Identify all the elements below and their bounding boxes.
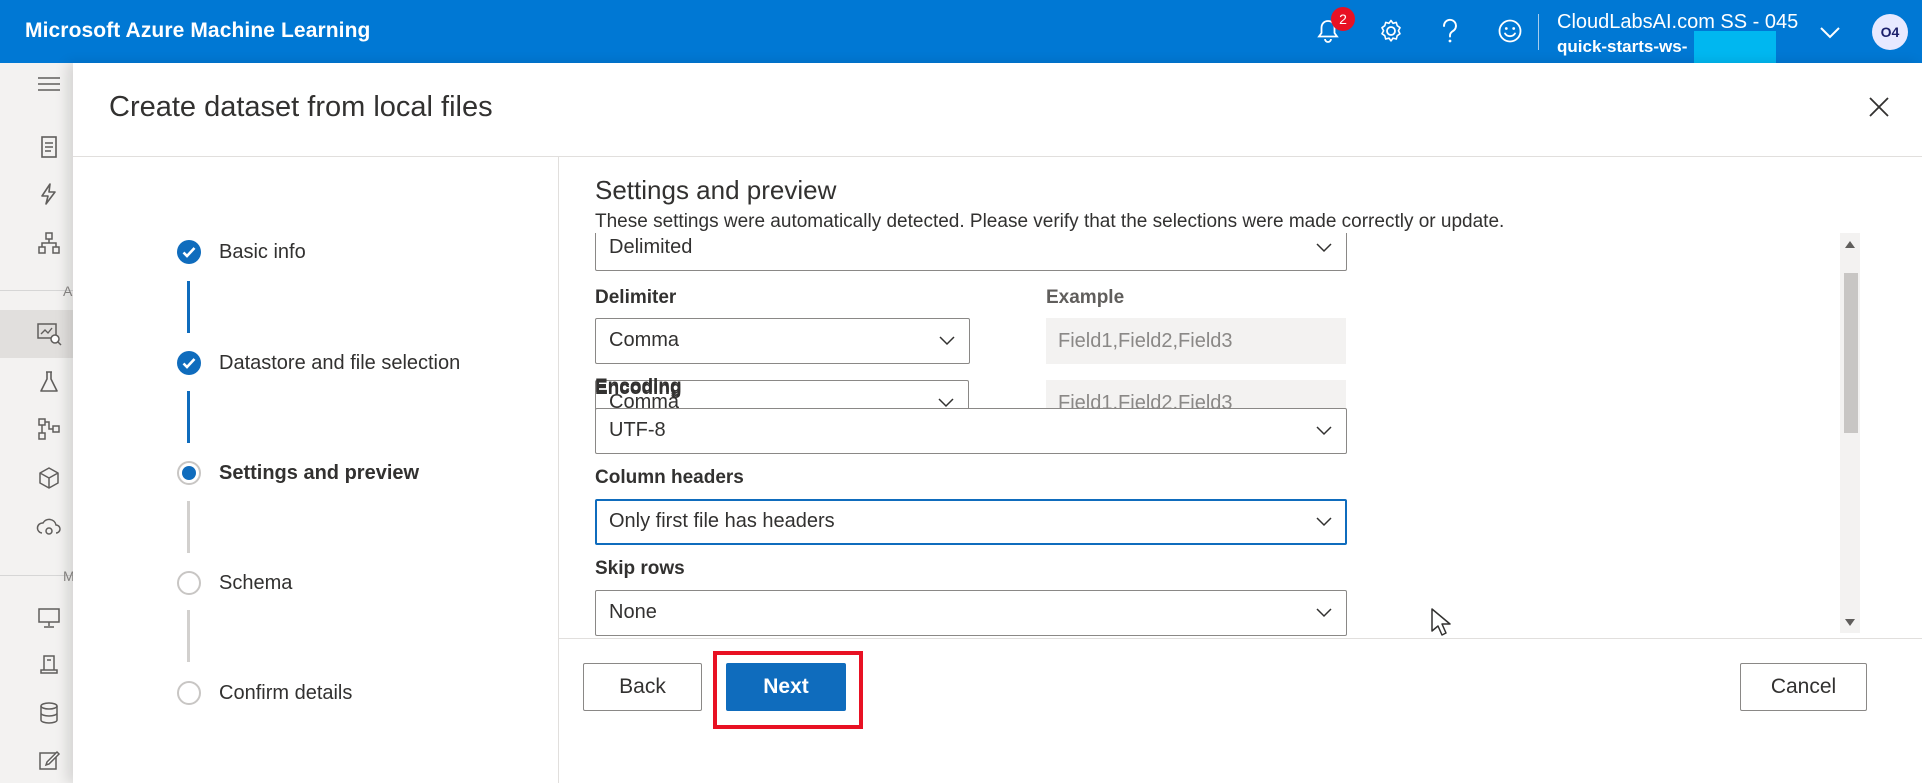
automl-icon[interactable] [36, 181, 62, 207]
step-pending-icon [177, 681, 201, 705]
app-title[interactable]: Microsoft Azure Machine Learning [25, 19, 370, 43]
skip-rows-dropdown[interactable]: None [595, 590, 1347, 636]
scrollbar-thumb[interactable] [1844, 273, 1858, 433]
section-description: These settings were automatically detect… [595, 211, 1505, 232]
section-title: Settings and preview [595, 175, 837, 205]
step-connector [187, 281, 190, 333]
cancel-button[interactable]: Cancel [1740, 663, 1867, 711]
help-icon[interactable] [1435, 16, 1465, 46]
example-preview: Field1,Field2,Field3 [1046, 318, 1346, 364]
pipelines-icon[interactable] [36, 416, 62, 442]
mouse-cursor-icon [1430, 607, 1452, 642]
step-current-icon [177, 461, 201, 485]
chevron-down-icon [939, 336, 955, 346]
settings-gear-icon[interactable] [1376, 16, 1406, 46]
file-format-value: Delimited [609, 236, 693, 258]
step-pending-icon [177, 571, 201, 595]
delimiter-selected: Comma [609, 329, 680, 351]
notification-badge: 2 [1331, 7, 1355, 31]
header-divider [1538, 14, 1539, 50]
skip-rows-label: Skip rows [595, 558, 685, 579]
data-labeling-icon[interactable] [36, 700, 62, 726]
skip-rows-value: None [609, 601, 657, 623]
experiments-icon[interactable] [36, 369, 62, 395]
workspace-name[interactable]: quick-starts-ws- [1557, 37, 1687, 57]
notebook-icon[interactable] [36, 134, 62, 160]
footer-divider [559, 638, 1922, 639]
header-divider [73, 156, 1922, 157]
step-connector [187, 391, 190, 443]
designer-icon[interactable] [36, 230, 62, 256]
feedback-smiley-icon[interactable] [1495, 16, 1525, 46]
close-icon[interactable] [1863, 91, 1895, 123]
account-chevron-down-icon[interactable] [1818, 20, 1842, 49]
nav-section-letter: A [63, 283, 73, 299]
endpoints-icon[interactable] [36, 514, 62, 540]
column-headers-label: Column headers [595, 467, 744, 488]
chevron-down-icon [1316, 243, 1332, 253]
chevron-down-icon [1316, 608, 1332, 618]
file-format-dropdown[interactable]: Delimited [595, 233, 1347, 271]
step-datastore-selection[interactable]: Datastore and file selection [219, 352, 460, 375]
encoding-value: UTF-8 [609, 419, 666, 441]
chevron-down-icon [1316, 517, 1332, 527]
compute-icon[interactable] [36, 605, 62, 631]
chevron-down-icon [1316, 426, 1332, 436]
models-icon[interactable] [36, 465, 62, 491]
back-button[interactable]: Back [583, 663, 702, 711]
datastores-icon[interactable] [36, 653, 62, 679]
step-complete-icon [177, 240, 201, 264]
encoding-field-label: Encoding [595, 376, 682, 397]
user-avatar[interactable]: O4 [1872, 14, 1908, 50]
column-headers-dropdown[interactable]: Only first file has headers [595, 499, 1347, 545]
example-label: Example [1046, 287, 1125, 308]
next-button[interactable]: Next [726, 663, 846, 711]
top-bar: Microsoft Azure Machine Learning 2 Cloud… [0, 0, 1922, 63]
delimiter-label: Delimiter [595, 287, 677, 308]
datasets-icon[interactable] [36, 321, 62, 347]
workspace-redaction [1694, 31, 1776, 63]
scroll-down-arrow-icon[interactable] [1843, 616, 1857, 630]
step-confirm-details: Confirm details [219, 682, 353, 704]
encoding-dropdown[interactable]: UTF-8 [595, 408, 1347, 454]
delimiter-select[interactable]: Comma [595, 318, 970, 364]
step-connector [187, 610, 190, 662]
step-connector [187, 501, 190, 553]
scroll-up-arrow-icon[interactable] [1843, 237, 1857, 251]
column-headers-value: Only first file has headers [609, 510, 835, 532]
panel-title: Create dataset from local files [109, 91, 493, 123]
left-nav: A M [0, 63, 75, 783]
step-complete-icon [177, 351, 201, 375]
wizard-divider [558, 157, 559, 783]
step-basic-info[interactable]: Basic info [219, 241, 306, 264]
step-settings-preview[interactable]: Settings and preview [219, 462, 419, 485]
hamburger-icon[interactable] [36, 71, 62, 97]
step-schema: Schema [219, 572, 293, 594]
edit-icon[interactable] [36, 747, 62, 773]
create-dataset-panel: Create dataset from local files Basic in… [73, 63, 1922, 783]
